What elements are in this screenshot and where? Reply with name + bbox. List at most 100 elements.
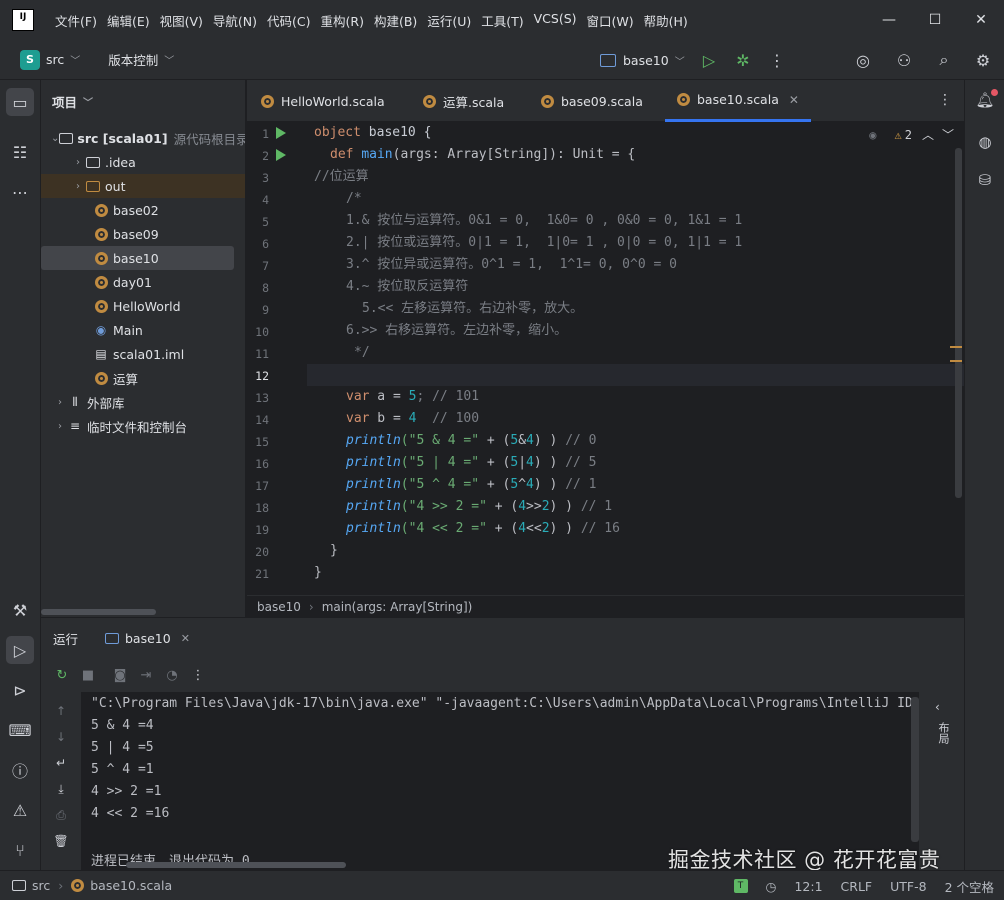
tree-item-scratches[interactable]: › ≡ 临时文件和控制台	[41, 414, 245, 438]
terminal-icon[interactable]: ⌨	[6, 716, 34, 744]
menu-code[interactable]: 代码(C)	[262, 11, 315, 30]
tree-item-day01[interactable]: day01	[41, 270, 245, 294]
build-hammer-icon[interactable]: ⚒	[6, 596, 34, 624]
ai-chat-icon[interactable]: ◍	[973, 130, 997, 154]
scroll-to-end-icon[interactable]: ⤓	[49, 778, 73, 800]
tree-item-main[interactable]: ◉ Main	[41, 318, 245, 342]
menu-file[interactable]: 文件(F)	[50, 11, 102, 30]
breadcrumb-item[interactable]: main(args: Array[String])	[322, 600, 473, 614]
database-icon[interactable]: ⛁	[973, 168, 997, 192]
intellij-logo-icon[interactable]: IJ	[12, 9, 34, 31]
layout-label[interactable]: 布局	[935, 722, 951, 744]
trash-icon[interactable]: 🗑︎	[49, 830, 73, 852]
console-vertical-scrollbar[interactable]	[911, 697, 919, 842]
editor-vertical-scrollbar[interactable]	[955, 148, 962, 498]
more-actions-icon[interactable]: ⋮	[762, 40, 792, 80]
arrow-down-icon[interactable]: ↓	[49, 726, 73, 748]
plugin-status-icon[interactable]: T	[733, 879, 748, 893]
menu-refactor[interactable]: 重构(R)	[316, 11, 369, 30]
tree-item-yunsuan[interactable]: 运算	[41, 366, 245, 390]
rerun-icon[interactable]: ↻	[49, 662, 75, 688]
tree-item-src[interactable]: ⌄ src [scala01] 源代码根目录	[41, 126, 245, 150]
run-icon[interactable]: ▷	[694, 40, 724, 80]
chevron-right-icon[interactable]: ›	[71, 157, 85, 168]
print-icon[interactable]: ⎙	[49, 804, 73, 826]
project-name[interactable]: src	[46, 52, 64, 67]
vcs-widget[interactable]: 版本控制	[108, 50, 158, 69]
git-icon[interactable]: ⑂	[6, 836, 34, 864]
more-tabs-icon[interactable]: ⋮	[938, 92, 952, 108]
run-gutter-icon[interactable]	[276, 127, 286, 139]
menu-vcs[interactable]: VCS(S)	[529, 11, 582, 30]
chevron-down-icon[interactable]: ﹀	[70, 52, 80, 67]
tree-item-out[interactable]: › out	[41, 174, 245, 198]
breadcrumb-item[interactable]: base10	[257, 600, 301, 614]
services-icon[interactable]: ⊳	[6, 676, 34, 704]
tab-yunsuan[interactable]: 运算.scala	[423, 80, 504, 122]
console-horizontal-scrollbar[interactable]	[126, 862, 346, 868]
close-icon[interactable]: ✕	[181, 632, 190, 645]
chevron-left-icon[interactable]: ‹	[935, 700, 940, 714]
close-icon[interactable]: ✕	[958, 0, 1004, 40]
maximize-icon[interactable]: ☐	[912, 0, 958, 40]
menu-window[interactable]: 窗口(W)	[582, 11, 639, 30]
run-config-selector[interactable]: base10 ﹀	[600, 40, 685, 80]
menu-tools[interactable]: 工具(T)	[476, 11, 528, 30]
reader-mode-eye-icon[interactable]: ◉	[869, 128, 876, 142]
project-folder-icon[interactable]: ▭	[6, 88, 34, 116]
tree-item-base09[interactable]: base09	[41, 222, 245, 246]
menu-edit[interactable]: 编辑(E)	[102, 11, 155, 30]
more-actions-icon[interactable]: ⋮	[185, 662, 211, 688]
close-icon[interactable]: ✕	[789, 93, 799, 107]
chevron-right-icon[interactable]: ›	[53, 397, 67, 408]
arrow-up-icon[interactable]: ↑	[49, 700, 73, 722]
run-tool-icon[interactable]: ▷	[6, 636, 34, 664]
warning-stripe-mark[interactable]	[950, 360, 962, 362]
caret-position[interactable]: 12:1	[794, 879, 822, 894]
menu-view[interactable]: 视图(V)	[155, 11, 208, 30]
tab-base09[interactable]: base09.scala	[541, 80, 643, 122]
chevron-down-icon[interactable]: ⌄	[51, 133, 59, 144]
tree-item-base02[interactable]: base02	[41, 198, 245, 222]
tree-item-idea[interactable]: › .idea	[41, 150, 245, 174]
tab-base10[interactable]: base10.scala ✕	[665, 80, 811, 122]
project-badge[interactable]: S	[20, 49, 40, 70]
status-crumb[interactable]: src	[32, 878, 50, 893]
structure-icon[interactable]: ☷	[6, 138, 34, 166]
menu-run[interactable]: 运行(U)	[422, 11, 476, 30]
stop-icon[interactable]: ■	[75, 662, 101, 688]
run-gutter-icon[interactable]	[276, 149, 286, 161]
clock-icon[interactable]: ◷	[766, 879, 777, 894]
chevron-right-icon[interactable]: ›	[71, 181, 85, 192]
indent-setting[interactable]: 2 个空格	[945, 877, 994, 896]
tree-item-external-libs[interactable]: › ⫴ 外部库	[41, 390, 245, 414]
project-panel-header[interactable]: 项目 ﹀	[41, 80, 245, 122]
tab-helloworld[interactable]: HelloWorld.scala	[261, 80, 385, 122]
status-crumb[interactable]: base10.scala	[90, 878, 172, 893]
tree-item-iml[interactable]: ▤ scala01.iml	[41, 342, 245, 366]
chevron-up-icon[interactable]: ︿	[922, 126, 934, 143]
inspection-widget[interactable]: ◉ ⚠ 2 ︿ ﹀	[869, 126, 954, 143]
more-tools-icon[interactable]: ⋯	[6, 178, 34, 206]
file-encoding[interactable]: UTF-8	[890, 879, 926, 894]
tree-item-base10[interactable]: base10	[41, 246, 234, 270]
chevron-down-icon[interactable]: ﹀	[942, 126, 954, 143]
ai-assistant-icon[interactable]: ◎	[848, 40, 878, 80]
menu-help[interactable]: 帮助(H)	[639, 11, 693, 30]
add-user-icon[interactable]: ⚇	[889, 40, 919, 80]
screenshot-icon[interactable]: ◙	[107, 662, 133, 688]
tree-item-helloworld[interactable]: HelloWorld	[41, 294, 245, 318]
menu-build[interactable]: 构建(B)	[369, 11, 422, 30]
problems-icon[interactable]: ⓘ	[6, 756, 34, 784]
warning-stripe-mark[interactable]	[950, 346, 962, 348]
chevron-right-icon[interactable]: ›	[53, 421, 67, 432]
code-editor[interactable]: 1 2 3 4 5 6 7 8 9 10 11 12 13 14 15 16 1…	[247, 122, 964, 595]
gear-icon[interactable]: ⚙	[968, 40, 998, 80]
line-separator[interactable]: CRLF	[841, 879, 873, 894]
search-icon[interactable]: ⌕	[929, 40, 959, 80]
soft-wrap-icon[interactable]: ↵	[49, 752, 73, 774]
run-tab-base10[interactable]: base10 ✕	[105, 618, 190, 658]
exit-icon[interactable]: ⇥	[133, 662, 159, 688]
menu-navigate[interactable]: 导航(N)	[208, 11, 262, 30]
warning-icon[interactable]: ⚠	[6, 796, 34, 824]
